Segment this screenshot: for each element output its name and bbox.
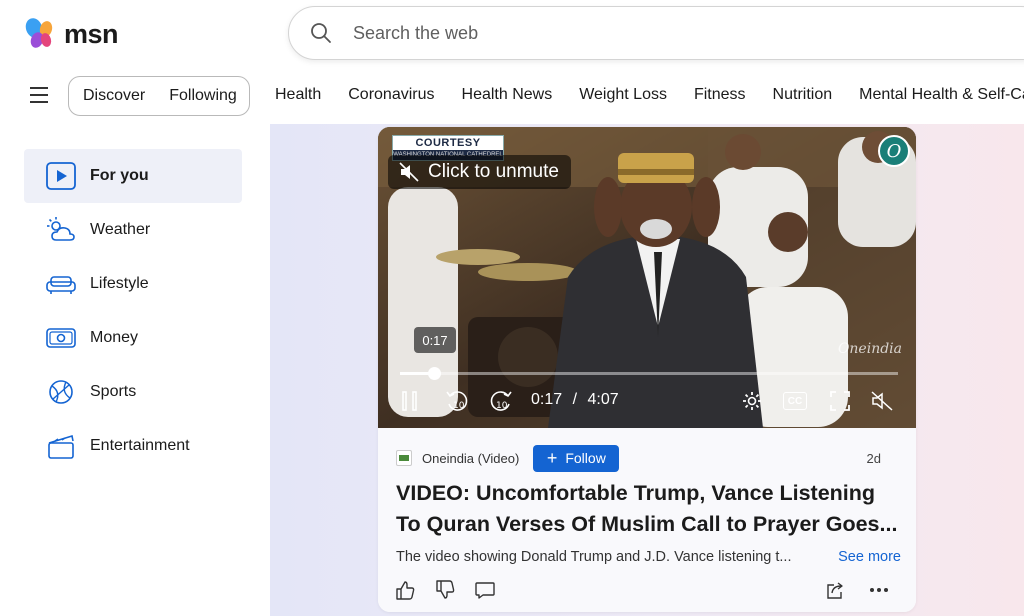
tab-discover[interactable]: Discover xyxy=(83,87,145,105)
sidebar-item-entertainment[interactable]: Entertainment xyxy=(24,419,242,473)
forward-10-icon: 10 xyxy=(490,391,512,411)
settings-button[interactable] xyxy=(738,383,766,419)
sidebar-item-label: Money xyxy=(90,329,139,346)
rewind-10-button[interactable]: 10 xyxy=(442,383,472,419)
fullscreen-icon xyxy=(830,391,850,411)
money-icon xyxy=(46,323,76,353)
svg-text:10: 10 xyxy=(453,401,465,411)
menu-icon[interactable] xyxy=(30,87,48,103)
plus-icon: + xyxy=(546,448,558,468)
current-time: 0:17 xyxy=(531,391,563,408)
video-controls: 10 10 0:17 / 4:07 CC xyxy=(378,383,916,419)
sidebar-item-label: Weather xyxy=(90,221,151,238)
cc-icon: CC xyxy=(783,392,807,410)
speaker-muted-icon xyxy=(871,391,893,411)
captions-button[interactable]: CC xyxy=(780,383,810,419)
tab-following[interactable]: Following xyxy=(169,87,237,105)
progress-bar[interactable] xyxy=(400,367,898,380)
oneindia-badge-icon: O xyxy=(878,135,910,167)
sidebar-item-label: Lifestyle xyxy=(90,275,149,292)
weather-icon xyxy=(46,215,76,245)
thumbs-down-icon xyxy=(436,580,455,599)
seek-tooltip: 0:17 xyxy=(414,327,456,353)
sidebar-item-label: For you xyxy=(90,167,149,184)
source-name[interactable]: Oneindia (Video) xyxy=(422,451,519,466)
logo-text: msn xyxy=(64,18,119,49)
topic-health[interactable]: Health xyxy=(275,86,321,104)
svg-text:10: 10 xyxy=(496,401,508,411)
msn-page: msn Search the web Discover Following He… xyxy=(0,0,1024,616)
snippet-row: The video showing Donald Trump and J.D. … xyxy=(396,547,901,567)
like-button[interactable] xyxy=(394,579,416,601)
unmute-label: Click to unmute xyxy=(428,161,559,182)
sidebar-item-lifestyle[interactable]: Lifestyle xyxy=(24,257,242,311)
source-logo-icon xyxy=(396,450,412,466)
sidebar-item-for-you[interactable]: For you xyxy=(24,149,242,203)
topic-nutrition[interactable]: Nutrition xyxy=(773,86,833,104)
speaker-muted-icon xyxy=(399,162,419,182)
card-body: Oneindia (Video) + Follow 2d VIDEO: Unco… xyxy=(378,428,916,612)
more-icon xyxy=(870,588,888,592)
sidebar-item-label: Sports xyxy=(90,383,137,400)
progress-knob[interactable] xyxy=(428,367,441,380)
sidebar-item-sports[interactable]: Sports xyxy=(24,365,242,419)
time-separator: / xyxy=(572,391,578,408)
watermark: Oneindia xyxy=(837,341,902,357)
sidebar-item-label: Entertainment xyxy=(90,437,190,454)
search-icon xyxy=(311,23,331,43)
share-actions xyxy=(824,579,890,601)
pause-button[interactable] xyxy=(396,383,426,419)
msn-butterfly-icon xyxy=(25,18,53,48)
duration: 4:07 xyxy=(587,391,619,408)
clapperboard-icon xyxy=(46,431,76,461)
comment-button[interactable] xyxy=(474,579,496,601)
follow-button[interactable]: + Follow xyxy=(533,444,620,472)
share-button[interactable] xyxy=(824,579,846,601)
time-display: 0:17 / 4:07 xyxy=(531,391,619,409)
topic-coronavirus[interactable]: Coronavirus xyxy=(348,86,434,104)
rewind-10-icon: 10 xyxy=(446,391,468,411)
courtesy-text: COURTESY xyxy=(393,136,503,150)
play-icon xyxy=(46,161,76,191)
source-row: Oneindia (Video) + Follow 2d xyxy=(396,444,901,472)
thumbs-up-icon xyxy=(396,581,415,600)
msn-logo[interactable]: msn xyxy=(24,16,119,52)
mute-button[interactable] xyxy=(868,383,896,419)
follow-label: Follow xyxy=(565,450,606,466)
topic-nav: Health Coronavirus Health News Weight Lo… xyxy=(275,86,1024,104)
headline[interactable]: VIDEO: Uncomfortable Trump, Vance Listen… xyxy=(396,478,901,540)
discover-following-toggle: Discover Following xyxy=(68,76,250,116)
gear-icon xyxy=(743,392,761,410)
sports-ball-icon xyxy=(46,377,76,407)
see-more-link[interactable]: See more xyxy=(838,549,901,565)
share-icon xyxy=(827,582,843,599)
pause-icon xyxy=(402,391,417,411)
search-box[interactable]: Search the web xyxy=(288,6,1024,60)
sidebar-item-money[interactable]: Money xyxy=(24,311,242,365)
topic-weight-loss[interactable]: Weight Loss xyxy=(579,86,667,104)
comment-icon xyxy=(475,582,495,599)
topic-mental-health[interactable]: Mental Health & Self-Care xyxy=(859,86,1024,104)
sidebar: For you Weather Lifestyle Money Sports E… xyxy=(24,149,242,473)
search-input[interactable]: Search the web xyxy=(353,23,478,44)
topic-fitness[interactable]: Fitness xyxy=(694,86,746,104)
news-card[interactable]: COURTESY WASHINGTON NATIONAL CATHEDREL C… xyxy=(378,127,916,612)
snippet: The video showing Donald Trump and J.D. … xyxy=(396,549,792,565)
more-options-button[interactable] xyxy=(868,579,890,601)
published-age: 2d xyxy=(866,450,881,466)
unmute-button[interactable]: Click to unmute xyxy=(388,155,571,189)
forward-10-button[interactable]: 10 xyxy=(486,383,516,419)
topic-health-news[interactable]: Health News xyxy=(462,86,553,104)
dislike-button[interactable] xyxy=(434,579,456,601)
reaction-actions xyxy=(394,579,496,601)
fullscreen-button[interactable] xyxy=(826,383,854,419)
sofa-icon xyxy=(46,269,76,299)
video-player[interactable]: COURTESY WASHINGTON NATIONAL CATHEDREL C… xyxy=(378,127,916,428)
sidebar-item-weather[interactable]: Weather xyxy=(24,203,242,257)
